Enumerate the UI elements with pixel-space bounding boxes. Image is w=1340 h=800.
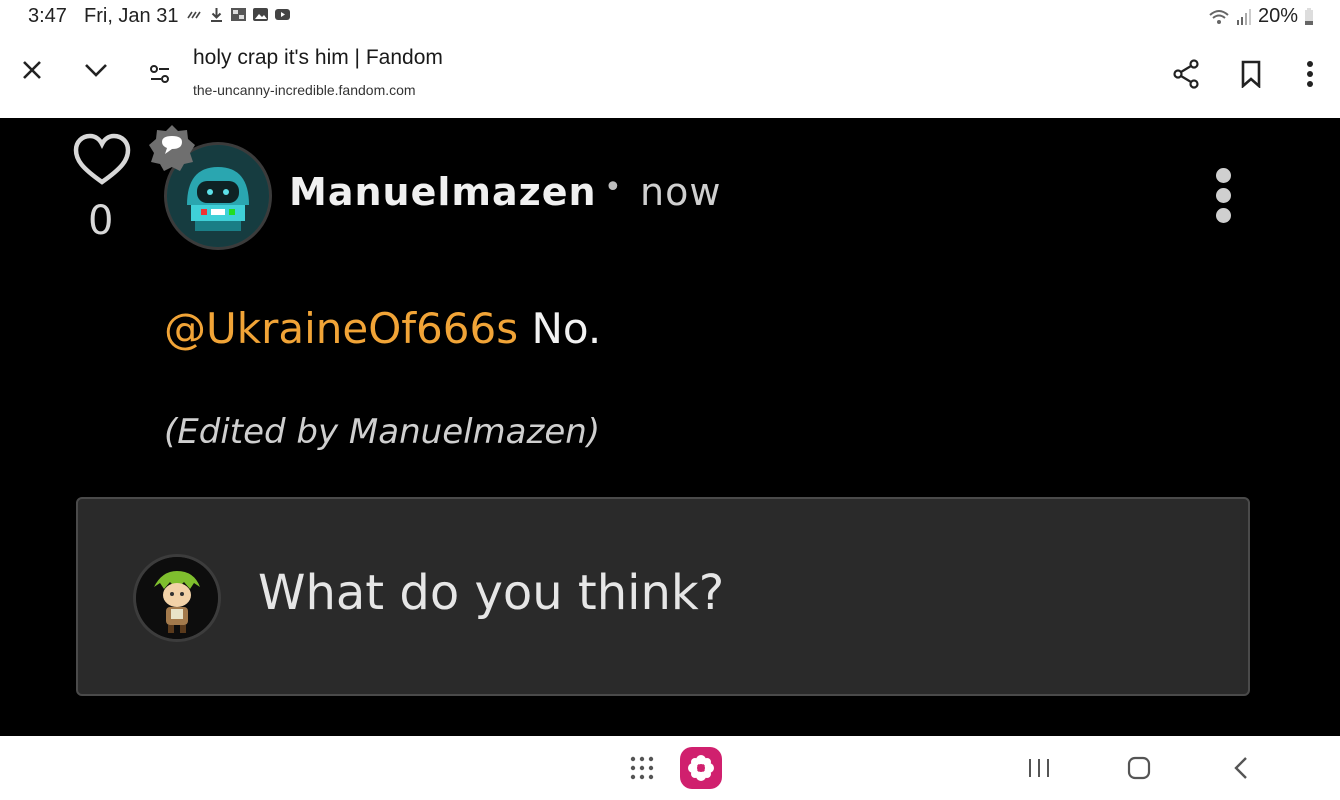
status-time: 3:47 [28,5,67,27]
meta-separator: • [604,170,622,205]
site-settings-button[interactable] [140,54,180,94]
page-url: the-uncanny-incredible.fandom.com [193,82,416,98]
collapse-button[interactable] [76,50,116,90]
comment-badge-icon [149,125,195,171]
more-vert-icon-dot [1216,188,1231,203]
system-navigation-bar [0,736,1340,800]
post-timestamp: now [640,170,722,214]
home-icon [1127,756,1151,780]
browser-menu-button[interactable] [1290,54,1330,94]
bookmark-icon [1241,60,1261,88]
battery-percentage: 20% [1257,5,1298,27]
assistant-icon [187,11,201,19]
share-button[interactable] [1166,54,1206,94]
system-indicators: 20% [1208,5,1314,28]
home-button[interactable] [1117,746,1161,790]
status-date: Fri, Jan 31 [84,5,179,27]
apps-grid-icon [630,756,654,780]
status-bar: 3:47 Fri, Jan 31 20% [0,0,1340,36]
more-vert-icon [1216,168,1231,183]
comment-body: @UkraineOf666s No. [164,304,601,353]
app-drawer-button[interactable] [620,746,664,790]
back-icon [1234,757,1247,779]
bookmark-button[interactable] [1231,54,1271,94]
gallery-icon [231,8,246,21]
download-icon [211,8,222,22]
tune-icon [150,65,169,83]
cookie-character-avatar [136,557,218,639]
photo-icon [253,8,268,21]
user-mention[interactable]: @UkraineOf666s [164,304,518,353]
page-title: holy crap it's him | Fandom [193,46,443,69]
edited-note: (Edited by Manuelmazen) [164,412,601,452]
like-count: 0 [88,198,114,244]
pinned-app-button[interactable] [679,746,723,790]
chevron-down-icon [85,64,107,77]
close-tab-button[interactable] [12,50,52,90]
reply-composer[interactable]: What do you think? [76,497,1250,696]
author-name[interactable]: Manuelmazen [289,170,597,214]
signal-icon [1236,8,1251,25]
battery-icon [1305,7,1313,25]
browser-toolbar: holy crap it's him | Fandom the-uncanny-… [0,36,1340,118]
comment-thread: 0 Manuelmazen • now @UkraineOf666s No. (… [0,118,1340,736]
more-vert-icon-dot [1216,208,1231,223]
discussion-badge [148,124,196,172]
back-button[interactable] [1219,746,1263,790]
youtube-icon [275,9,290,20]
notification-icons [186,6,291,23]
comment-options-button[interactable] [1204,164,1244,226]
more-vert-icon [1307,61,1313,87]
heart-icon [73,133,131,185]
like-button[interactable] [72,132,132,188]
recent-apps-button[interactable] [1017,746,1061,790]
share-icon [1173,59,1199,89]
recents-icon [1029,759,1049,777]
wifi-icon [1209,9,1229,24]
flower-app-icon [680,747,722,789]
current-user-avatar [133,554,221,642]
comment-text: No. [518,304,602,353]
reply-input[interactable]: What do you think? [258,565,1158,621]
close-icon [23,61,41,79]
